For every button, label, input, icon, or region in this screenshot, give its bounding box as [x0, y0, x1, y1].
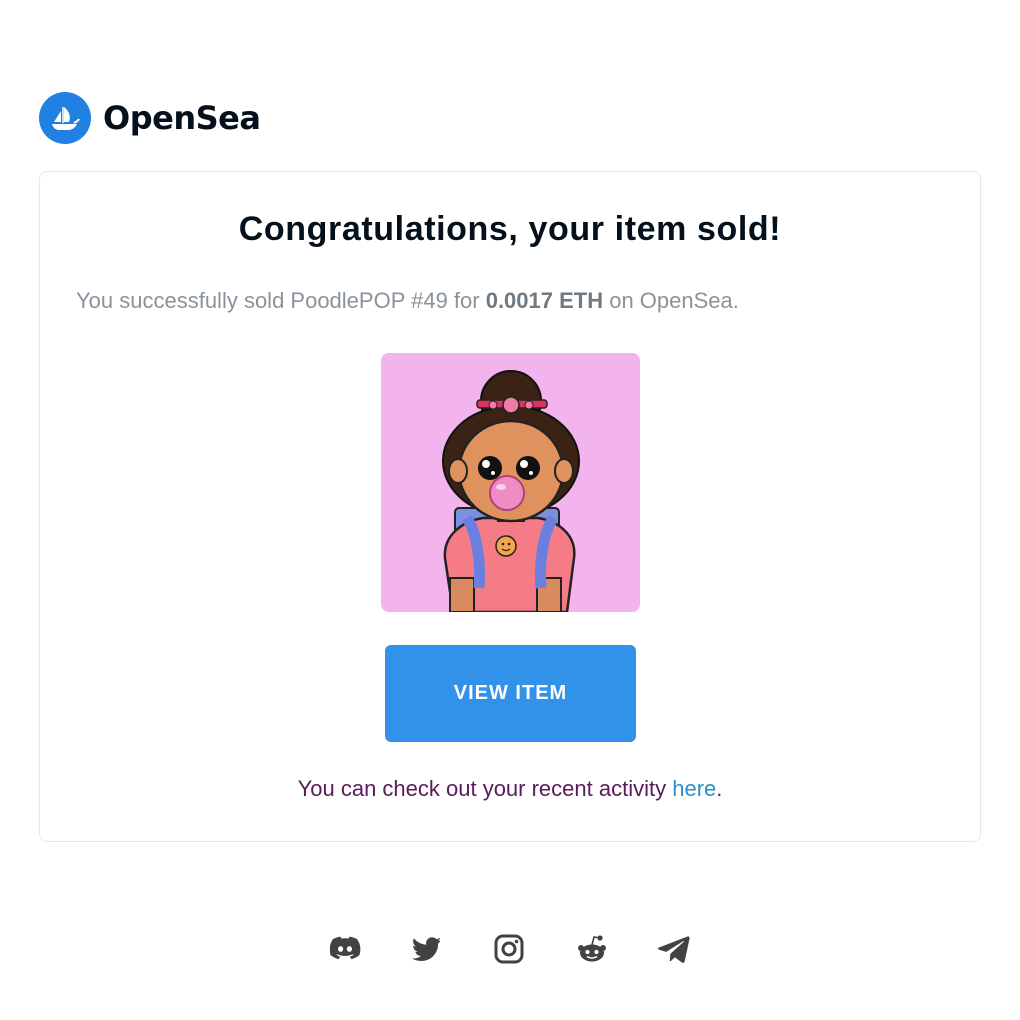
- sale-message: You successfully sold PoodlePOP #49 for …: [76, 288, 739, 314]
- activity-suffix: .: [716, 776, 723, 801]
- reddit-icon[interactable]: [576, 931, 658, 967]
- social-links: [330, 931, 740, 967]
- nft-artwork: [381, 353, 640, 612]
- telegram-icon[interactable]: [658, 931, 740, 967]
- sale-notification-card: Congratulations, your item sold! You suc…: [39, 171, 981, 842]
- view-item-button[interactable]: VIEW ITEM: [385, 645, 636, 742]
- nft-item-image[interactable]: [381, 353, 640, 612]
- brand-name: OpenSea: [103, 99, 261, 137]
- email-page: OpenSea Congratulations, your item sold!…: [0, 0, 1020, 1020]
- sale-message-prefix: You successfully sold PoodlePOP #49 for: [76, 288, 486, 313]
- discord-icon[interactable]: [330, 931, 412, 967]
- opensea-ship-icon: [39, 92, 91, 144]
- sale-message-suffix: on OpenSea.: [603, 288, 739, 313]
- twitter-icon[interactable]: [412, 931, 494, 967]
- activity-here-link[interactable]: here: [672, 776, 716, 801]
- sale-price: 0.0017 ETH: [485, 288, 604, 313]
- headline: Congratulations, your item sold!: [238, 210, 782, 248]
- instagram-icon[interactable]: [494, 931, 576, 967]
- activity-prefix: You can check out your recent activity: [297, 776, 673, 801]
- activity-note: You can check out your recent activity h…: [40, 776, 980, 802]
- opensea-logo[interactable]: OpenSea: [39, 92, 261, 144]
